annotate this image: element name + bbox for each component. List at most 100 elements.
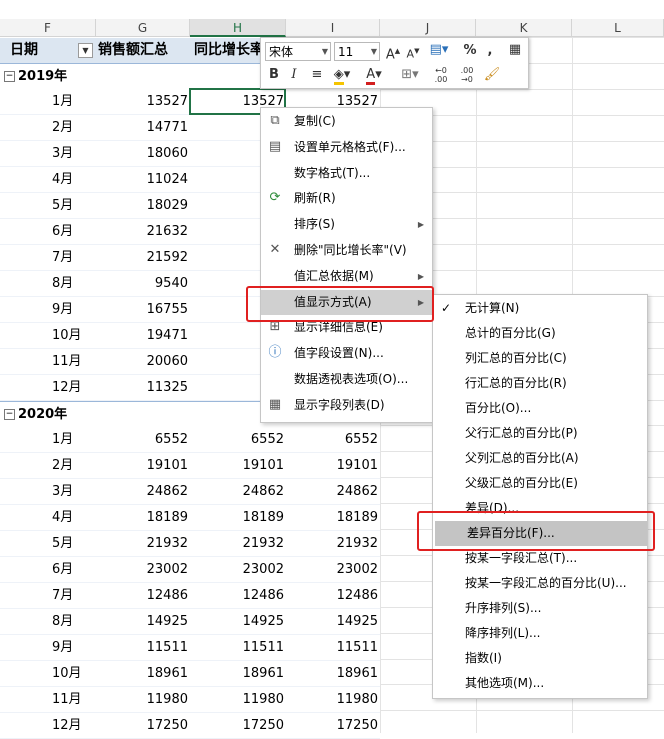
- number-format-icon[interactable]: ▤▾: [428, 41, 450, 59]
- context-menu-item[interactable]: ✕ 删除"同比增长率"(V): [261, 238, 432, 263]
- month-cell[interactable]: 4月: [52, 505, 73, 530]
- growth-cell[interactable]: 11511: [190, 635, 284, 660]
- growth-cell[interactable]: 12486: [190, 583, 284, 608]
- submenu-item[interactable]: 其他选项(M)...: [433, 671, 647, 696]
- month-cell[interactable]: 11月: [52, 349, 82, 374]
- month-cell[interactable]: 7月: [52, 245, 73, 270]
- month-cell[interactable]: 11月: [52, 687, 82, 712]
- table-format-icon[interactable]: ▦: [507, 41, 523, 59]
- month-cell[interactable]: 9月: [52, 635, 73, 660]
- sales-cell[interactable]: 11024: [96, 167, 188, 192]
- submenu-item[interactable]: 降序排列(L)...: [433, 621, 647, 646]
- context-menu-item[interactable]: 数字格式(T)...: [261, 161, 432, 186]
- submenu-item[interactable]: 行汇总的百分比(R): [433, 371, 647, 396]
- align-center-icon[interactable]: ≡: [309, 66, 325, 84]
- sales-cell[interactable]: 17250: [96, 713, 188, 738]
- submenu-item[interactable]: 按某一字段汇总的百分比(U)...: [433, 571, 647, 596]
- sales-cell[interactable]: 11325: [96, 375, 188, 400]
- increase-font-icon[interactable]: A▲: [385, 42, 401, 64]
- header-sales-total[interactable]: 销售额汇总: [98, 38, 168, 63]
- borders-icon[interactable]: ⊞▾: [399, 66, 421, 84]
- submenu-item[interactable]: 百分比(O)...: [433, 396, 647, 421]
- submenu-item[interactable]: 升序排列(S)...: [433, 596, 647, 621]
- sales-cell[interactable]: 23002: [96, 557, 188, 582]
- sales-cell[interactable]: 14771: [96, 115, 188, 140]
- collapse-icon[interactable]: −: [4, 71, 15, 82]
- month-cell[interactable]: 10月: [52, 323, 82, 348]
- header-date[interactable]: 日期: [10, 38, 38, 63]
- month-cell[interactable]: 10月: [52, 661, 82, 686]
- submenu-item[interactable]: ✓ 无计算(N): [433, 296, 647, 321]
- sales-cell[interactable]: 18961: [96, 661, 188, 686]
- value-cell[interactable]: 24862: [286, 479, 378, 504]
- month-cell[interactable]: 12月: [52, 713, 82, 738]
- sales-cell[interactable]: 12486: [96, 583, 188, 608]
- italic-icon[interactable]: I: [287, 66, 301, 84]
- table-row[interactable]: 9月 11511 11511 11511: [0, 635, 380, 660]
- sales-cell[interactable]: 11980: [96, 687, 188, 712]
- context-menu-item[interactable]: 数据透视表选项(O)...: [261, 367, 432, 392]
- table-row[interactable]: 5月 21932 21932 21932: [0, 531, 380, 556]
- value-cell[interactable]: 21932: [286, 531, 378, 556]
- growth-cell[interactable]: 19101: [190, 453, 284, 478]
- sales-cell[interactable]: 21632: [96, 219, 188, 244]
- submenu-item[interactable]: 指数(I): [433, 646, 647, 671]
- sales-cell[interactable]: 16755: [96, 297, 188, 322]
- table-row[interactable]: 3月 24862 24862 24862: [0, 479, 380, 504]
- growth-cell[interactable]: 21932: [190, 531, 284, 556]
- growth-cell[interactable]: 14925: [190, 609, 284, 634]
- submenu-item[interactable]: 父级汇总的百分比(E): [433, 471, 647, 496]
- month-cell[interactable]: 4月: [52, 167, 73, 192]
- format-painter-icon[interactable]: 🖌: [483, 66, 501, 84]
- sales-cell[interactable]: 19471: [96, 323, 188, 348]
- decrease-decimal-icon[interactable]: .00 →0: [457, 66, 477, 84]
- growth-cell[interactable]: 6552: [190, 427, 284, 452]
- column-header-j[interactable]: J: [380, 19, 476, 37]
- sales-cell[interactable]: 11511: [96, 635, 188, 660]
- growth-cell[interactable]: 11980: [190, 687, 284, 712]
- month-cell[interactable]: 5月: [52, 193, 73, 218]
- sales-cell[interactable]: 18029: [96, 193, 188, 218]
- value-cell[interactable]: 11511: [286, 635, 378, 660]
- month-cell[interactable]: 9月: [52, 297, 73, 322]
- column-header-l[interactable]: L: [572, 19, 664, 37]
- growth-cell[interactable]: 24862: [190, 479, 284, 504]
- sales-cell[interactable]: 18060: [96, 141, 188, 166]
- value-cell[interactable]: 18189: [286, 505, 378, 530]
- table-row[interactable]: 11月 11980 11980 11980: [0, 687, 380, 712]
- growth-cell[interactable]: 17250: [190, 713, 284, 738]
- value-cell[interactable]: 6552: [286, 427, 378, 452]
- month-cell[interactable]: 12月: [52, 375, 82, 400]
- submenu-item[interactable]: 父列汇总的百分比(A): [433, 446, 647, 471]
- submenu-item[interactable]: 列汇总的百分比(C): [433, 346, 647, 371]
- header-growth-rate[interactable]: 同比增长率: [194, 38, 260, 63]
- fill-color-icon[interactable]: ◈▾: [331, 66, 353, 85]
- table-row[interactable]: 4月 18189 18189 18189: [0, 505, 380, 530]
- table-row[interactable]: 12月 17250 17250 17250: [0, 713, 380, 738]
- table-row[interactable]: 1月 6552 6552 6552: [0, 427, 380, 452]
- table-row[interactable]: 10月 18961 18961 18961: [0, 661, 380, 686]
- growth-cell[interactable]: 18961: [190, 661, 284, 686]
- comma-style-icon[interactable]: ,: [483, 42, 497, 60]
- context-menu-item[interactable]: ▦ 显示字段列表(D): [261, 393, 432, 418]
- column-header-g[interactable]: G: [96, 19, 190, 37]
- growth-cell[interactable]: 23002: [190, 557, 284, 582]
- column-header-i[interactable]: I: [286, 19, 380, 37]
- submenu-item[interactable]: 总计的百分比(G): [433, 321, 647, 346]
- context-menu-item[interactable]: 排序(S) ▶: [261, 212, 432, 237]
- month-cell[interactable]: 1月: [52, 89, 73, 114]
- value-cell[interactable]: 11980: [286, 687, 378, 712]
- context-menu-item[interactable]: ⓘ 值字段设置(N)...: [261, 341, 432, 366]
- submenu-item[interactable]: 父行汇总的百分比(P): [433, 421, 647, 446]
- column-header-k[interactable]: K: [476, 19, 572, 37]
- font-color-icon[interactable]: A▾: [363, 66, 385, 85]
- value-cell[interactable]: 18961: [286, 661, 378, 686]
- font-name-box[interactable]: 宋体 ▼: [265, 42, 331, 61]
- sales-cell[interactable]: 24862: [96, 479, 188, 504]
- month-cell[interactable]: 6月: [52, 557, 73, 582]
- chevron-down-icon[interactable]: ▼: [371, 43, 377, 61]
- decrease-font-icon[interactable]: A▼: [405, 42, 421, 64]
- collapse-icon[interactable]: −: [4, 409, 15, 420]
- font-size-box[interactable]: 11 ▼: [334, 42, 380, 61]
- sales-cell[interactable]: 19101: [96, 453, 188, 478]
